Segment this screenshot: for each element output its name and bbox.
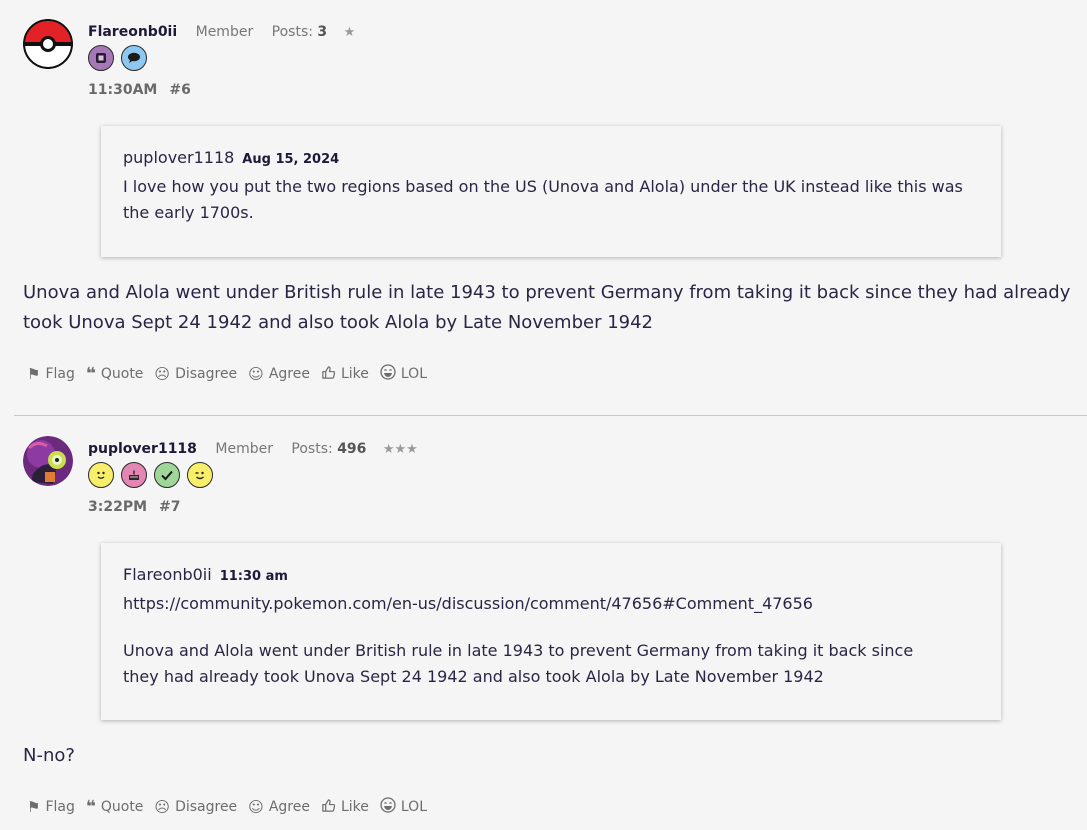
- author-line: puplover1118 Member Posts: 496 ★★★: [88, 441, 418, 457]
- flag-icon: ⚑: [27, 798, 41, 816]
- quote-link[interactable]: https://community.pokemon.com/en-us/disc…: [123, 591, 979, 617]
- reaction-bar: ⚑ Flag ❝ Quote ☹ Disagree ☺ Agree Like LOL: [27, 797, 427, 817]
- laugh-icon: [380, 797, 396, 817]
- frown-icon: ☹: [154, 365, 171, 383]
- lol-button[interactable]: LOL: [380, 797, 427, 817]
- rank-stars: ★: [343, 25, 356, 40]
- smile-icon: ☺: [248, 365, 264, 383]
- smiley-badge-icon[interactable]: [88, 462, 114, 488]
- author-name[interactable]: puplover1118: [88, 441, 197, 457]
- post-divider: [14, 415, 1087, 416]
- flag-button[interactable]: ⚑ Flag: [27, 364, 75, 384]
- quote-author[interactable]: Flareonb0ii: [123, 565, 212, 584]
- quote-button[interactable]: ❝ Quote: [86, 797, 144, 817]
- author-line: Flareonb0ii Member Posts: 3 ★: [88, 24, 355, 40]
- check-badge-icon[interactable]: [154, 462, 180, 488]
- agree-label: Agree: [268, 366, 310, 382]
- quote-label: Quote: [100, 366, 144, 382]
- flag-icon: ⚑: [27, 365, 41, 383]
- like-button[interactable]: Like: [321, 797, 369, 817]
- agree-button[interactable]: ☺ Agree: [248, 797, 310, 817]
- quote-header: Flareonb0ii 11:30 am: [123, 565, 979, 584]
- flag-button[interactable]: ⚑ Flag: [27, 797, 75, 817]
- post-timestamp-line: 11:30AM #6: [88, 82, 191, 98]
- badge-row: [88, 462, 213, 488]
- gem-badge-icon[interactable]: [88, 45, 114, 71]
- flag-label: Flag: [45, 366, 75, 382]
- like-label: Like: [340, 366, 369, 382]
- quote-icon: ❝: [85, 797, 96, 817]
- pokeball-icon: [23, 19, 73, 69]
- reaction-bar: ⚑ Flag ❝ Quote ☹ Disagree ☺ Agree Like LOL: [27, 364, 427, 384]
- agree-button[interactable]: ☺ Agree: [248, 364, 310, 384]
- smile-icon: ☺: [248, 798, 264, 816]
- avatar-puplover[interactable]: [23, 436, 73, 486]
- quote-date[interactable]: 11:30 am: [220, 569, 288, 584]
- post-count-value: 496: [337, 441, 367, 457]
- thumbs-up-icon: [321, 365, 336, 384]
- post-body: N-no?: [23, 745, 75, 766]
- cake-badge-icon[interactable]: [121, 462, 147, 488]
- like-label: Like: [340, 799, 369, 815]
- post-time[interactable]: 11:30AM: [88, 82, 157, 98]
- disagree-label: Disagree: [175, 799, 238, 815]
- rank-stars: ★★★: [382, 442, 418, 457]
- post-count-label: Posts:: [291, 441, 333, 457]
- quote-author[interactable]: puplover1118: [123, 148, 234, 167]
- quote-block: puplover1118 Aug 15, 2024 I love how you …: [101, 126, 1001, 257]
- lol-label: LOL: [400, 366, 427, 382]
- post-count-label: Posts:: [271, 24, 313, 40]
- wink-badge-icon[interactable]: [187, 462, 213, 488]
- quote-text: Unova and Alola went under British rule …: [123, 641, 914, 686]
- quote-label: Quote: [100, 799, 144, 815]
- lol-button[interactable]: LOL: [380, 364, 427, 384]
- disagree-button[interactable]: ☹ Disagree: [154, 364, 237, 384]
- post-count: Posts: 496: [291, 441, 366, 457]
- quote-block: Flareonb0ii 11:30 am https://community.po…: [101, 543, 1001, 720]
- disagree-button[interactable]: ☹ Disagree: [154, 797, 237, 817]
- author-name[interactable]: Flareonb0ii: [88, 24, 177, 40]
- post-body: Unova and Alola went under British rule …: [23, 282, 1071, 333]
- disagree-label: Disagree: [175, 366, 238, 382]
- post-number[interactable]: #7: [159, 499, 180, 515]
- post-number[interactable]: #6: [169, 82, 190, 98]
- like-button[interactable]: Like: [321, 364, 369, 384]
- quote-header: puplover1118 Aug 15, 2024: [123, 148, 979, 167]
- speech-bubble-badge-icon[interactable]: [121, 45, 147, 71]
- author-role: Member: [215, 441, 273, 457]
- flag-label: Flag: [45, 799, 75, 815]
- frown-icon: ☹: [154, 798, 171, 816]
- agree-label: Agree: [268, 799, 310, 815]
- quote-text: I love how you put the two regions based…: [123, 177, 963, 222]
- post-count-value: 3: [317, 24, 328, 40]
- thumbs-up-icon: [321, 798, 336, 817]
- quote-date[interactable]: Aug 15, 2024: [242, 152, 339, 167]
- post-timestamp-line: 3:22PM #7: [88, 499, 181, 515]
- avatar-pokeball[interactable]: [23, 19, 73, 69]
- quote-button[interactable]: ❝ Quote: [86, 364, 144, 384]
- post-count: Posts: 3: [272, 24, 328, 40]
- character-avatar-icon: [23, 436, 73, 486]
- quote-icon: ❝: [85, 364, 96, 384]
- laugh-icon: [380, 364, 396, 384]
- lol-label: LOL: [400, 799, 427, 815]
- post-time[interactable]: 3:22PM: [88, 499, 147, 515]
- author-role: Member: [195, 24, 254, 40]
- badge-row: [88, 45, 147, 71]
